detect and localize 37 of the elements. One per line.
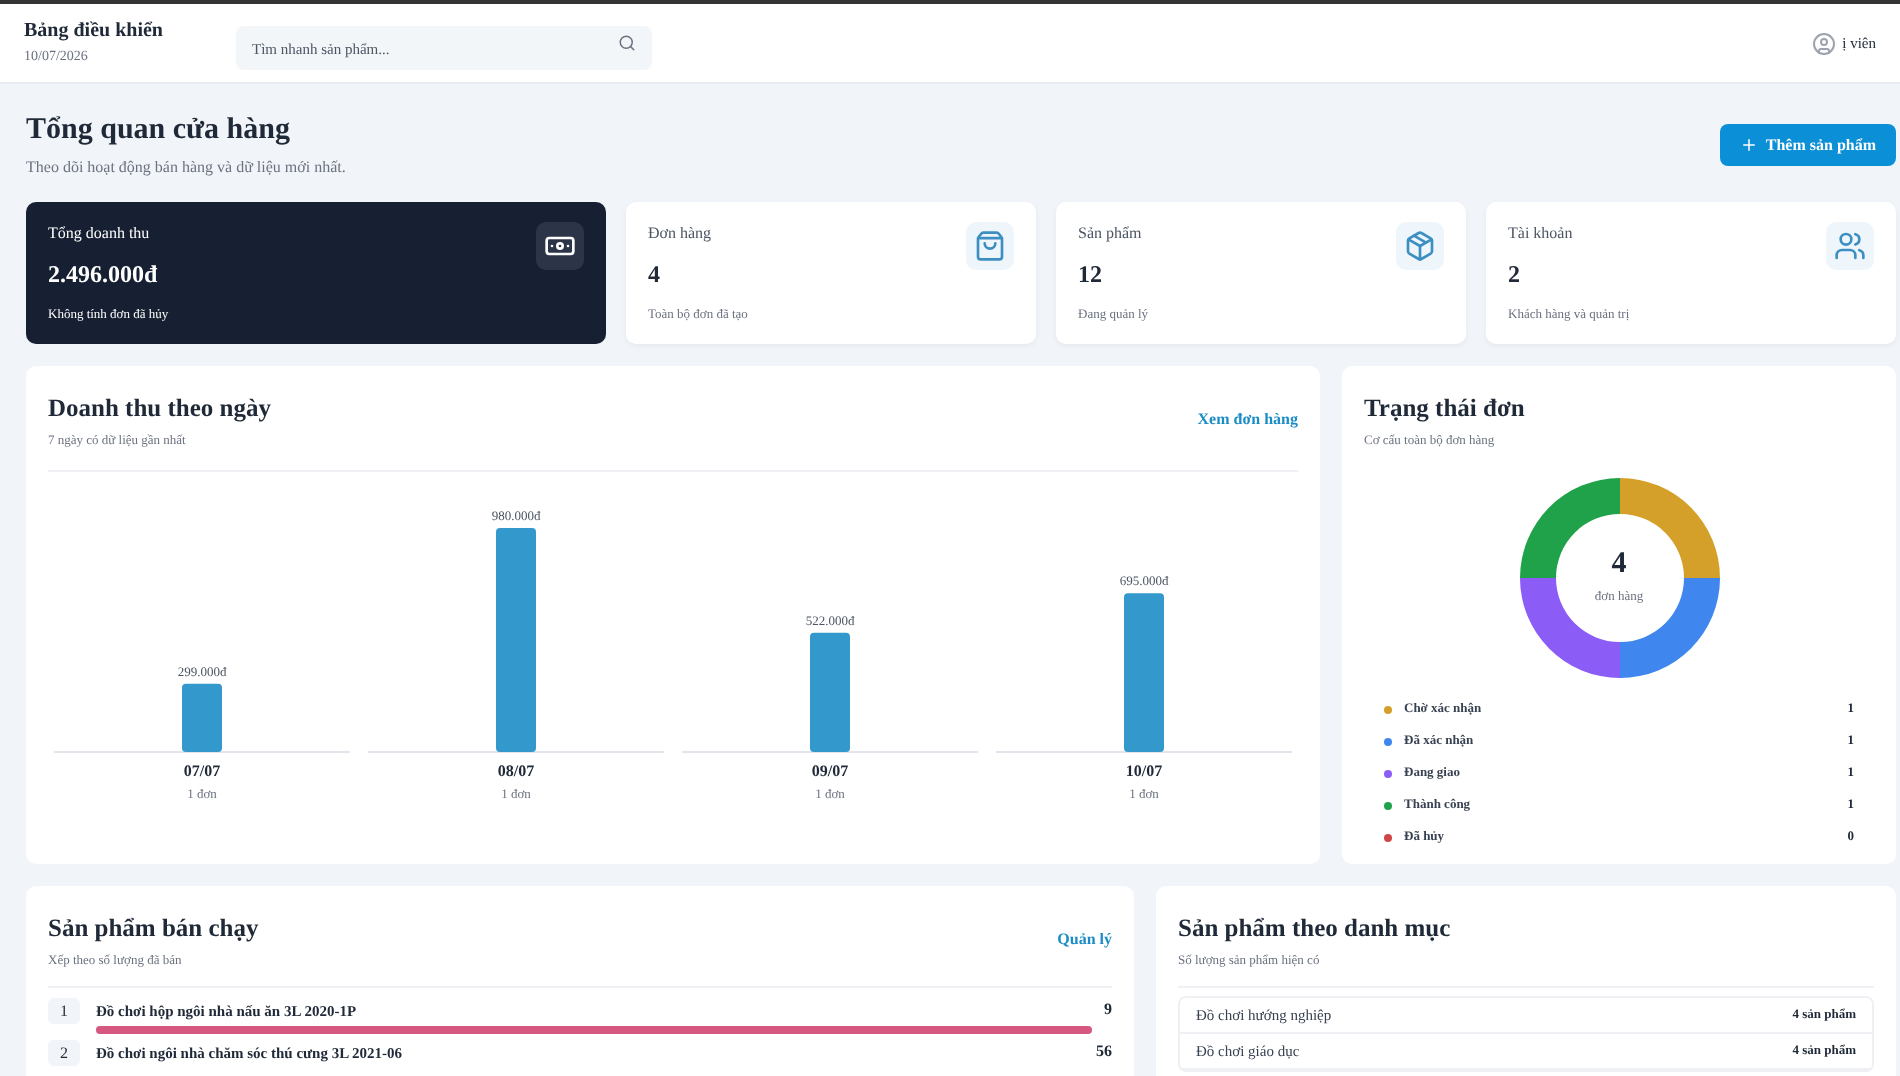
overview-title: Tổng quan cửa hàng [26,112,292,150]
plus-icon [1739,136,1758,154]
donut-slice [1619,578,1719,679]
card-title: Sản phẩm bán chạy [48,911,259,946]
page-title: Bảng điều khiển [24,20,165,45]
date-label: 09/07 [811,762,849,781]
stat-value: 12 [1078,257,1104,292]
stat-value: 4 [648,257,662,292]
rank-number: 2 [48,1040,80,1067]
date-label: 10/07 [1125,762,1163,781]
box-icon [1404,229,1436,262]
stat-label: Tài khoản [1508,221,1575,246]
overview-subtitle: Theo dõi hoạt động bán hàng và dữ liệu mới nhất. [26,155,346,180]
card-title: Trạng thái đơn [1364,391,1527,426]
revenue-bar [182,684,222,753]
stat-label: Đơn hàng [648,221,714,246]
card-title: Doanh thu theo ngày [48,391,271,426]
sold-count: 9 [1104,998,1112,1023]
stat-value: 2 [1508,257,1522,292]
user-icon[interactable] [1812,31,1837,55]
date-label: 07/07 [183,762,221,781]
search-icon [618,34,636,52]
sold-count: 56 [1096,1040,1112,1065]
manage-link[interactable]: Quản lý [1057,928,1112,952]
stat-value: 2.496.000đ [48,257,160,292]
add-product-button[interactable]: Thêm sản phẩm [1719,124,1896,166]
view-orders-link[interactable]: Xem đơn hàng [1197,408,1298,432]
shopping-bag-icon [974,229,1006,262]
stat-label: Sản phẩm [1078,221,1144,246]
stat-label: Tổng doanh thu [48,221,152,246]
rank-number: 1 [48,998,80,1025]
revenue-bar [810,633,850,753]
users-icon [1834,229,1866,262]
date-label: 08/07 [497,762,535,781]
order-total: 4 [1611,549,1627,580]
card-title: Sản phẩm theo danh mục [1178,911,1453,946]
donut-slice [1519,578,1619,679]
